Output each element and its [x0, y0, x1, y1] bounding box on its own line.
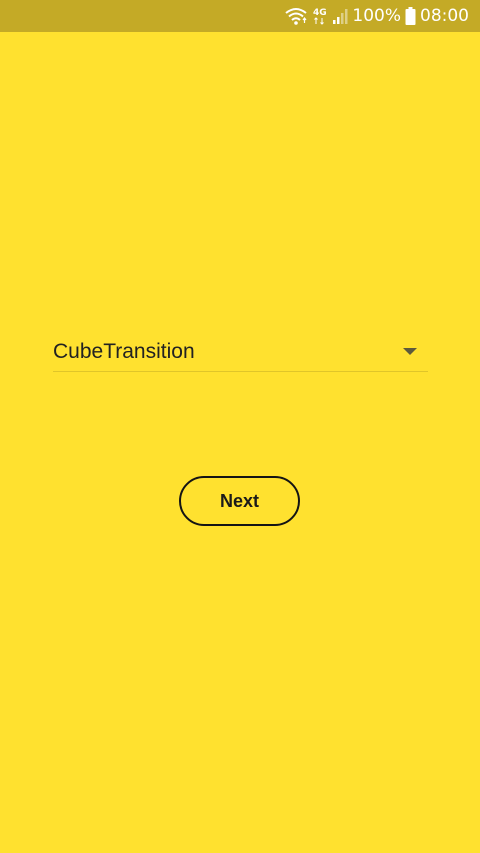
battery-icon [405, 7, 416, 25]
status-time: 08:00 [420, 6, 469, 26]
wifi-icon [284, 6, 308, 26]
status-bar: 4G 100% 08:00 [0, 0, 480, 32]
spinner-selected-value: CubeTransition [53, 340, 195, 363]
transition-spinner[interactable]: CubeTransition [53, 330, 428, 372]
network-type-icon: 4G [312, 6, 328, 26]
svg-text:4G: 4G [313, 8, 327, 18]
dropdown-arrow-icon [403, 348, 417, 355]
status-icons: 4G 100% 08:00 [284, 0, 469, 32]
battery-percent: 100% [352, 6, 401, 26]
next-button[interactable]: Next [179, 476, 300, 526]
signal-icon [332, 7, 348, 25]
